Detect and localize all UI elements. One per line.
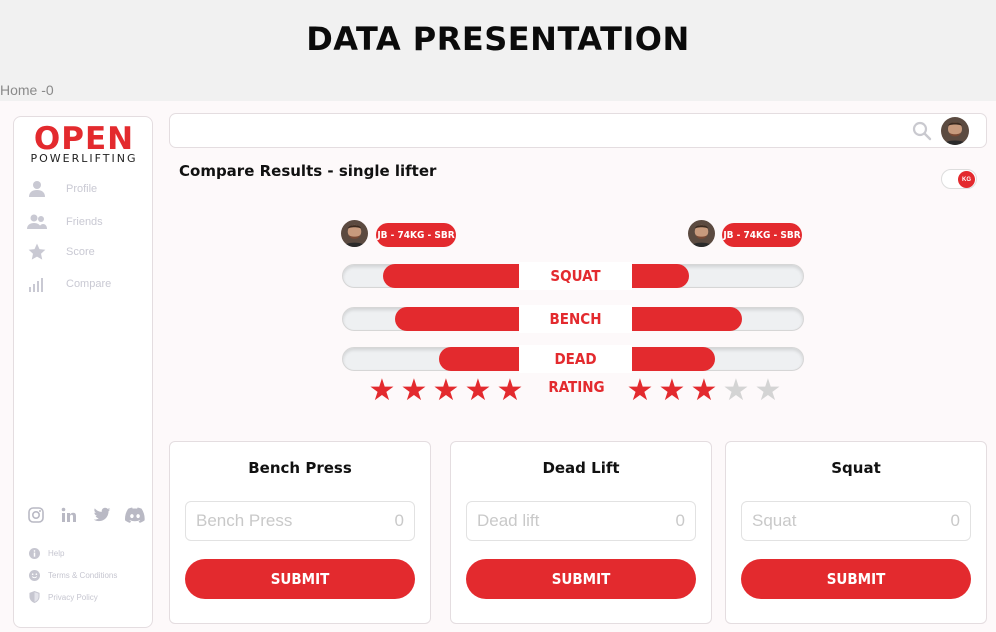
input-placeholder: Bench Press <box>196 511 293 530</box>
left-lifter-avatar <box>341 220 368 247</box>
right-rating-star-icon: ★ <box>658 374 686 407</box>
twitter-icon[interactable] <box>92 505 112 525</box>
rating-label: RATING <box>548 378 605 396</box>
smile-icon <box>28 569 40 581</box>
right-rating-stars: ★ ★ ★ ★ ★ <box>625 376 783 406</box>
help-link[interactable]: Help <box>28 547 64 559</box>
left-rating-star-icon: ★ <box>432 374 460 407</box>
search-icon[interactable] <box>912 121 932 141</box>
right-rating-star-icon: ★ <box>626 374 654 407</box>
squat-submit-button[interactable]: SUBMIT <box>741 559 971 599</box>
compare-title: Compare Results - single lifter <box>179 162 437 180</box>
linkedin-icon[interactable] <box>59 505 79 525</box>
squat-card: Squat Squat 0 SUBMIT <box>725 441 987 624</box>
card-title: Bench Press <box>248 459 352 477</box>
input-value: 0 <box>675 511 685 530</box>
bench-press-input[interactable]: Bench Press 0 <box>185 501 415 541</box>
squat-left-fill <box>383 264 519 288</box>
sidebar-item-profile[interactable]: Profile <box>26 178 97 200</box>
social-links <box>26 505 145 525</box>
bar-chart-icon <box>26 273 48 295</box>
logo-main-text: OPEN <box>33 121 135 157</box>
search-bar[interactable] <box>169 113 987 148</box>
squat-right-fill <box>632 264 689 288</box>
dead-right-fill <box>632 347 715 371</box>
unit-toggle[interactable]: KG <box>941 169 977 189</box>
discord-icon[interactable] <box>125 505 145 525</box>
frame-label: Home -0 <box>0 82 54 98</box>
card-title: Dead Lift <box>542 459 620 477</box>
input-value: 0 <box>950 511 960 530</box>
sidebar-item-score[interactable]: Score <box>26 241 95 263</box>
squat-input[interactable]: Squat 0 <box>741 501 971 541</box>
bench-press-card: Bench Press Bench Press 0 SUBMIT <box>169 441 431 624</box>
bench-press-submit-button[interactable]: SUBMIT <box>185 559 415 599</box>
sidebar-item-label: Friends <box>66 216 103 228</box>
dead-lift-card: Dead Lift Dead lift 0 SUBMIT <box>450 441 712 624</box>
sidebar: OPEN POWERLIFTING Profile Friends Score <box>13 116 153 628</box>
terms-label: Terms & Conditions <box>48 570 118 580</box>
dead-lift-submit-button[interactable]: SUBMIT <box>466 559 696 599</box>
left-rating-star-icon: ★ <box>400 374 428 407</box>
right-lifter-avatar <box>688 220 715 247</box>
right-rating-star-icon: ★ <box>754 374 782 407</box>
logo-sub-text: POWERLIFTING <box>30 152 138 165</box>
left-rating-star-icon: ★ <box>464 374 492 407</box>
sidebar-item-friends[interactable]: Friends <box>26 211 103 233</box>
instagram-icon[interactable] <box>26 505 46 525</box>
input-placeholder: Squat <box>752 511 797 530</box>
app-frame: OPEN POWERLIFTING Profile Friends Score <box>0 101 996 632</box>
right-lifter-tag[interactable]: JB - 74KG - SBR <box>722 223 802 247</box>
squat-bar-label: SQUAT <box>519 262 632 290</box>
bench-bar-label: BENCH <box>519 305 632 333</box>
sidebar-item-label: Profile <box>66 183 98 195</box>
sidebar-item-label: Compare <box>66 278 112 290</box>
user-avatar[interactable] <box>941 117 969 145</box>
left-rating-stars: ★ ★ ★ ★ ★ <box>367 376 525 406</box>
sidebar-item-label: Score <box>66 246 95 258</box>
help-label: Help <box>48 548 65 558</box>
banner-title: DATA PRESENTATION <box>306 20 690 58</box>
dead-left-fill <box>439 347 519 371</box>
privacy-link[interactable]: Privacy Policy <box>28 591 98 603</box>
right-rating-star-icon: ★ <box>722 374 750 407</box>
logo[interactable]: OPEN POWERLIFTING <box>14 123 154 165</box>
unit-toggle-knob: KG <box>958 171 975 188</box>
terms-link[interactable]: Terms & Conditions <box>28 569 117 581</box>
dead-lift-input[interactable]: Dead lift 0 <box>466 501 696 541</box>
banner: DATA PRESENTATION <box>0 0 996 82</box>
left-rating-star-icon: ★ <box>368 374 396 407</box>
input-placeholder: Dead lift <box>477 511 540 530</box>
left-lifter-tag[interactable]: JB - 74KG - SBR <box>376 223 456 247</box>
bench-left-fill <box>395 307 519 331</box>
info-icon <box>28 547 40 559</box>
shield-icon <box>28 591 40 603</box>
privacy-label: Privacy Policy <box>48 592 98 602</box>
dead-bar-label: DEAD <box>519 345 632 373</box>
sidebar-item-compare[interactable]: Compare <box>26 273 111 295</box>
friends-icon <box>26 211 48 233</box>
star-icon <box>26 241 48 263</box>
bench-right-fill <box>632 307 742 331</box>
input-value: 0 <box>394 511 404 530</box>
right-rating-star-icon: ★ <box>690 374 718 407</box>
card-title: Squat <box>831 459 881 477</box>
user-icon <box>26 178 48 200</box>
